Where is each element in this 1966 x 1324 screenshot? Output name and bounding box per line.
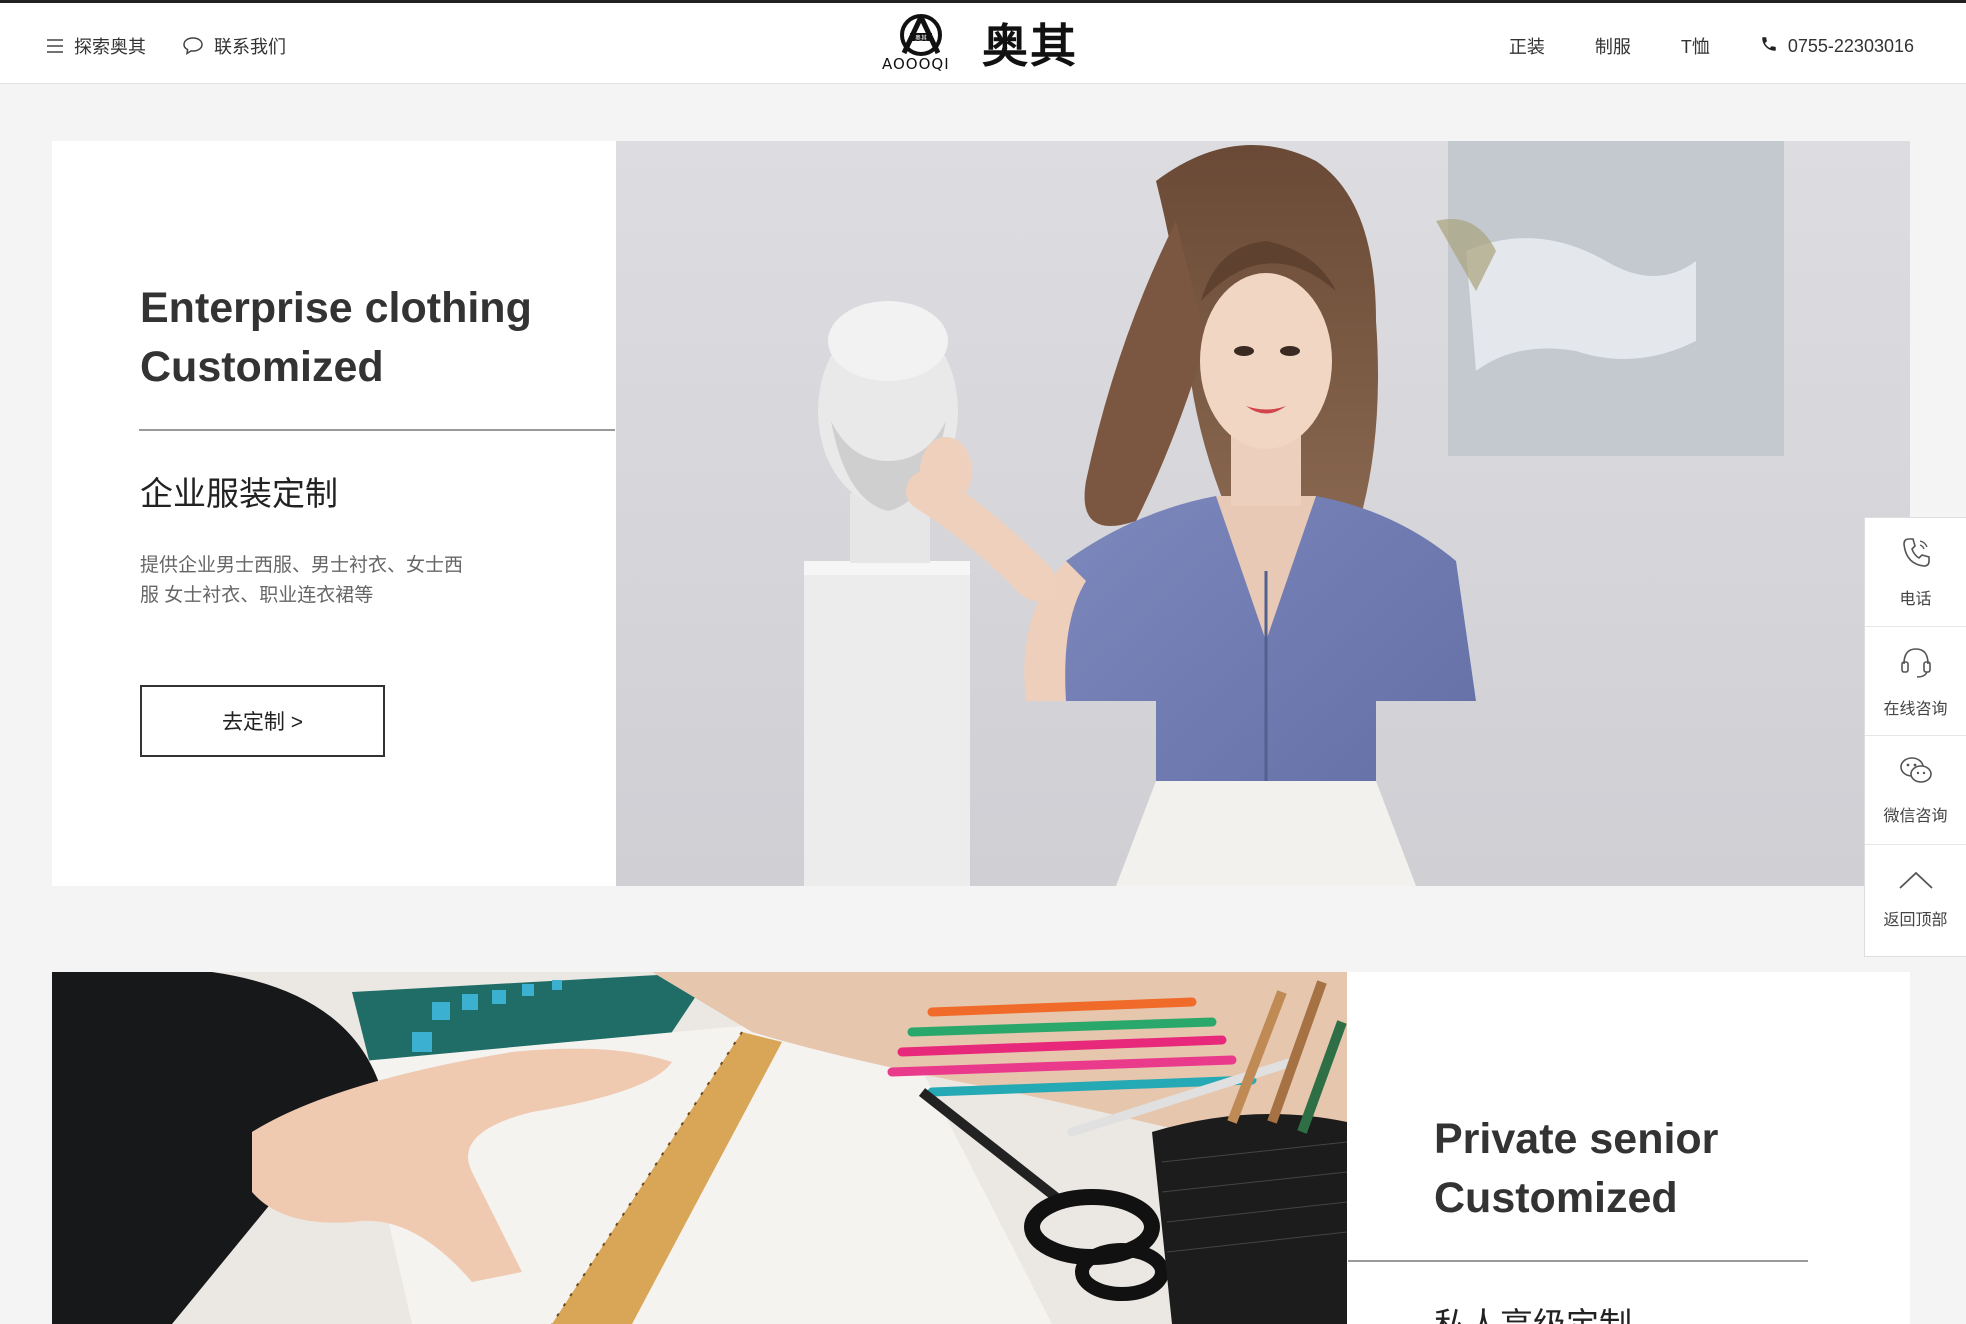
logo-text: 奥其 (982, 19, 1078, 73)
header-right-nav: 正装 制服 T恤 0755-22303016 (1509, 33, 1914, 59)
side-phone-button[interactable]: 电话 (1865, 518, 1966, 627)
private-title-cn: 私人高级定制 (1434, 1298, 1632, 1324)
enterprise-title: Enterprise clothing Customized (140, 279, 532, 397)
side-wechat-consult-button[interactable]: 微信咨询 (1865, 736, 1966, 845)
logo-sub-text: AOOOQI (882, 55, 950, 73)
nav-link-formal[interactable]: 正装 (1509, 33, 1545, 59)
brand-logo[interactable]: 奥其 AOOOQI 奥其 (882, 11, 1078, 75)
chat-bubble-icon (182, 36, 204, 56)
back-to-top-button[interactable]: 返回顶部 (1865, 845, 1966, 954)
hero-photo-illustration (616, 141, 1910, 886)
private-senior-section: Private senior Customized 私人高级定制 (52, 972, 1910, 1324)
enterprise-desc-line1: 提供企业男士西服、男士衬衣、女士西 (140, 555, 464, 576)
enterprise-desc-line2: 服 女士衬衣、职业连衣裙等 (140, 585, 374, 606)
tailoring-photo-illustration (52, 972, 1347, 1324)
nav-link-tshirt[interactable]: T恤 (1681, 33, 1710, 59)
enterprise-title-line1: Enterprise clothing (140, 284, 532, 332)
header-phone[interactable]: 0755-22303016 (1760, 35, 1914, 58)
logo-mark: 奥其 AOOOQI (882, 11, 960, 75)
enterprise-hero-image (616, 141, 1910, 886)
tailoring-image (52, 972, 1347, 1324)
site-header: 探索奥其 联系我们 奥其 AOOOQI 奥其 正装 制服 T恤 0755-223… (0, 0, 1966, 84)
phone-number: 0755-22303016 (1787, 35, 1914, 56)
back-to-top-label: 返回顶部 (1883, 912, 1948, 929)
headset-icon (1899, 644, 1933, 685)
contact-label: 联系我们 (214, 37, 286, 57)
enterprise-clothing-section: Enterprise clothing Customized 企业服装定制 提供… (52, 141, 1910, 886)
logo-symbol-icon: 奥其 (900, 14, 942, 56)
side-online-consult-button[interactable]: 在线咨询 (1865, 627, 1966, 736)
menu-icon (46, 38, 64, 54)
private-title-line2: Customized (1434, 1174, 1678, 1222)
enterprise-title-cn: 企业服装定制 (140, 475, 338, 512)
section-divider (139, 429, 615, 431)
side-wechat-consult-label: 微信咨询 (1883, 807, 1948, 825)
nav-link-uniform[interactable]: 制服 (1595, 33, 1631, 59)
section-divider (1348, 1260, 1808, 1262)
phone-icon (1900, 536, 1932, 575)
wechat-icon (1898, 755, 1934, 792)
private-title: Private senior Customized (1434, 1110, 1718, 1228)
contact-us-link[interactable]: 联系我们 (182, 33, 286, 59)
enterprise-description: 提供企业男士西服、男士衬衣、女士西 服 女士衬衣、职业连衣裙等 (140, 551, 500, 611)
private-title-line1: Private senior (1434, 1115, 1719, 1163)
explore-label: 探索奥其 (74, 37, 146, 57)
explore-menu-button[interactable]: 探索奥其 (46, 33, 146, 59)
floating-side-toolbar: 电话 在线咨询 微信咨询 返回顶部 (1864, 517, 1966, 957)
chevron-up-icon (1897, 869, 1935, 896)
customize-button[interactable]: 去定制 > (140, 685, 385, 757)
enterprise-title-line2: Customized (140, 343, 384, 391)
side-online-consult-label: 在线咨询 (1883, 700, 1948, 718)
svg-text:奥其: 奥其 (915, 34, 927, 42)
header-left-nav: 探索奥其 联系我们 (46, 33, 286, 59)
phone-icon (1760, 35, 1778, 58)
side-phone-label: 电话 (1899, 590, 1932, 608)
